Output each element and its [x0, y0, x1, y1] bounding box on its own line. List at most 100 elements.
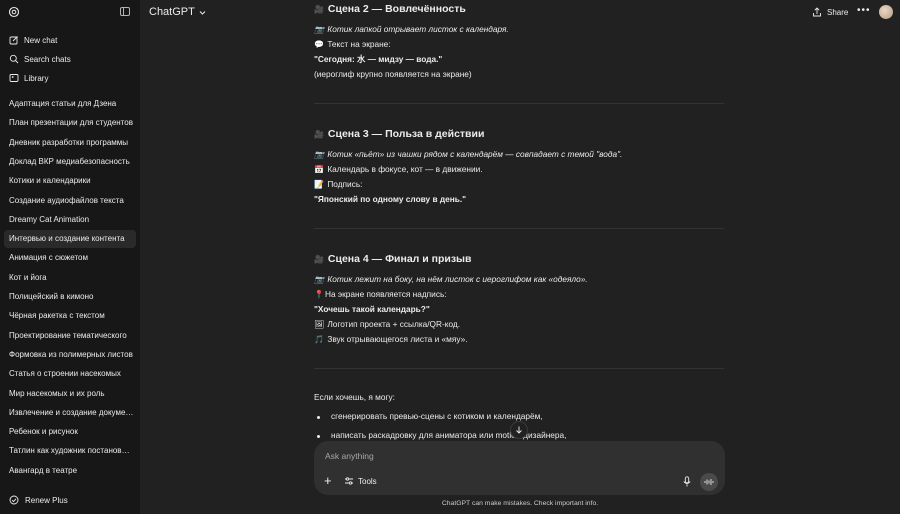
- chevron-down-icon: [199, 10, 206, 15]
- bullet-dot: [317, 416, 320, 419]
- voice-mode-button[interactable]: [700, 473, 718, 491]
- composer: Ask anything + Tools: [314, 441, 725, 495]
- scene-3-line-4: "Японский по одному слову в день.": [314, 194, 467, 204]
- model-name: ChatGPT: [149, 6, 195, 18]
- scene-2-heading: 🎥 Сцена 2 — Вовлечённость: [314, 2, 466, 17]
- new-chat-label: New chat: [24, 35, 58, 45]
- memo-icon: 📝: [314, 180, 324, 189]
- scene-2-line-1: 📷 Котик лапкой отрывает листок с календа…: [314, 22, 509, 37]
- arrow-down-icon: [516, 426, 522, 434]
- scene-2-title: Сцена 2 — Вовлечённость: [327, 3, 466, 15]
- scene-4-line-3: "Хочешь такой календарь?": [314, 304, 430, 314]
- more-options-icon[interactable]: •••: [857, 5, 871, 16]
- camera-icon: 📷: [314, 275, 324, 284]
- chat-history-item[interactable]: Формовка из полимерных листов: [4, 346, 136, 364]
- chat-history-item[interactable]: План презентации для студентов: [4, 114, 136, 132]
- search-chats-button[interactable]: Search chats: [4, 50, 134, 68]
- disclaimer-text: ChatGPT can make mistakes. Check importa…: [441, 500, 599, 507]
- chat-history-item[interactable]: Создание аудиофайлов текста: [4, 192, 136, 210]
- tools-sliders-icon: [345, 477, 353, 485]
- library-icon: [9, 74, 19, 82]
- scene-4-line-2-text: На экране появляется надпись:: [325, 289, 447, 299]
- scene-2-line-2: 💬 Текст на экране:: [314, 37, 391, 52]
- compose-icon: [9, 36, 18, 45]
- search-icon: [9, 54, 19, 64]
- film-icon: 🎥: [314, 5, 324, 14]
- share-icon: [813, 7, 821, 17]
- divider: [314, 228, 724, 229]
- scene-4-line-1-text: Котик лежит на боку, на нём листок с иер…: [327, 274, 588, 284]
- sidebar-toggle-icon[interactable]: [120, 7, 130, 16]
- library-button[interactable]: Library: [4, 69, 134, 87]
- chat-history-item[interactable]: Котики и календарики: [4, 172, 136, 190]
- chat-history-item[interactable]: Татлин как художник постановщик: [4, 442, 136, 460]
- scene-2-line-3: "Сегодня: 水 — мидзу — вода.": [314, 54, 443, 64]
- divider: [314, 103, 724, 104]
- chat-history-item[interactable]: Мир насекомых и их роль: [4, 385, 136, 403]
- chat-history-item[interactable]: Статья о строении насекомых: [4, 365, 136, 383]
- scene-3-title: Сцена 3 — Польза в действии: [327, 128, 485, 140]
- scene-2-line-1-text: Котик лапкой отрывает листок с календаря…: [327, 24, 509, 34]
- scroll-down-button[interactable]: [510, 421, 528, 439]
- chat-history-item[interactable]: Анимация с сюжетом: [4, 249, 136, 267]
- frame-icon: 🖼: [314, 320, 325, 329]
- offer-intro: Если хочешь, я могу:: [314, 392, 395, 402]
- scene-4-line-5: 🎵 Звук отрывающегося листа и «мяу».: [314, 332, 468, 347]
- scene-2-line-4: (иероглиф крупно появляется на экране): [314, 69, 472, 79]
- chat-history-item[interactable]: Чёрная ракетка с текстом: [4, 307, 136, 325]
- scene-2-line-2-text: Текст на экране:: [327, 39, 391, 49]
- library-label: Library: [24, 73, 49, 83]
- scene-4-line-4: 🖼 Логотип проекта + ссылка/QR-код.: [314, 317, 460, 332]
- model-selector[interactable]: ChatGPT: [149, 6, 206, 18]
- waveform-icon: [704, 479, 714, 485]
- pin-icon: 📍: [314, 290, 324, 299]
- scene-4-title: Сцена 4 — Финал и призыв: [327, 253, 472, 265]
- scene-3-line-1-text: Котик «пьёт» из чашки рядом с календарём…: [327, 149, 623, 159]
- film-icon: 🎥: [314, 130, 324, 139]
- sidebar: New chat Search chats Library Адаптация …: [0, 0, 140, 514]
- chatgpt-logo-icon[interactable]: [8, 6, 20, 18]
- chat-history-item[interactable]: Авангард в театре: [4, 462, 136, 480]
- scene-3-line-3-text: Подпись:: [327, 179, 363, 189]
- chat-history-item[interactable]: Проектирование тематического: [4, 327, 136, 345]
- chat-history-item[interactable]: Интервью и создание контента: [4, 230, 136, 249]
- bullet-dot: [317, 435, 320, 438]
- search-chats-label: Search chats: [24, 54, 71, 64]
- scene-3-heading: 🎥 Сцена 3 — Польза в действии: [314, 127, 484, 142]
- new-chat-button[interactable]: New chat: [4, 31, 134, 49]
- speech-icon: 💬: [314, 40, 324, 49]
- scene-3-line-2: 📅 Календарь в фокусе, кот — в движении.: [314, 162, 483, 177]
- scene-4-line-2: 📍На экране появляется надпись:: [314, 287, 447, 302]
- user-avatar[interactable]: [879, 5, 893, 19]
- scene-3-line-2-text: Календарь в фокусе, кот — в движении.: [327, 164, 483, 174]
- chat-history-item[interactable]: Извлечение и создание документа: [4, 404, 136, 422]
- share-button[interactable]: Share: [812, 7, 848, 17]
- film-icon: 🎥: [314, 255, 324, 264]
- chat-history-item[interactable]: Доклад ВКР медиабезопасность: [4, 153, 136, 171]
- chat-history-item[interactable]: Полицейский в кимоно: [4, 288, 136, 306]
- calendar-icon: 📅: [314, 165, 324, 174]
- scene-3-line-1: 📷 Котик «пьёт» из чашки рядом с календар…: [314, 147, 622, 162]
- add-attachment-icon[interactable]: +: [324, 474, 332, 487]
- camera-icon: 📷: [314, 150, 324, 159]
- divider: [314, 368, 724, 369]
- tools-label: Tools: [358, 476, 377, 486]
- camera-icon: 📷: [314, 25, 324, 34]
- chat-history-item[interactable]: Dreamy Cat Animation: [4, 211, 136, 229]
- chat-history-item[interactable]: Ребенок и рисунок: [4, 423, 136, 441]
- microphone-icon[interactable]: [682, 476, 692, 487]
- music-icon: 🎵: [314, 335, 324, 344]
- scene-4-line-4-text: Логотип проекта + ссылка/QR-код.: [327, 319, 461, 329]
- prompt-input[interactable]: Ask anything: [325, 451, 374, 461]
- chat-history-item[interactable]: Дневник разработки программы: [4, 134, 136, 152]
- scene-4-line-1: 📷 Котик лежит на боку, на нём листок с и…: [314, 272, 588, 287]
- offer-item: сгенерировать превью-сцены с котиком и к…: [331, 411, 543, 421]
- sidebar-header: [0, 0, 140, 25]
- tools-button[interactable]: Tools: [344, 476, 377, 486]
- scene-4-line-5-text: Звук отрывающегося листа и «мяу».: [327, 334, 468, 344]
- scene-4-heading: 🎥 Сцена 4 — Финал и призыв: [314, 252, 471, 267]
- scene-3-line-3: 📝 Подпись:: [314, 177, 362, 192]
- chat-history-item[interactable]: Адаптация статьи для Дзена: [4, 95, 136, 113]
- chat-history-item[interactable]: Кот и йога: [4, 269, 136, 287]
- share-label: Share: [827, 7, 849, 17]
